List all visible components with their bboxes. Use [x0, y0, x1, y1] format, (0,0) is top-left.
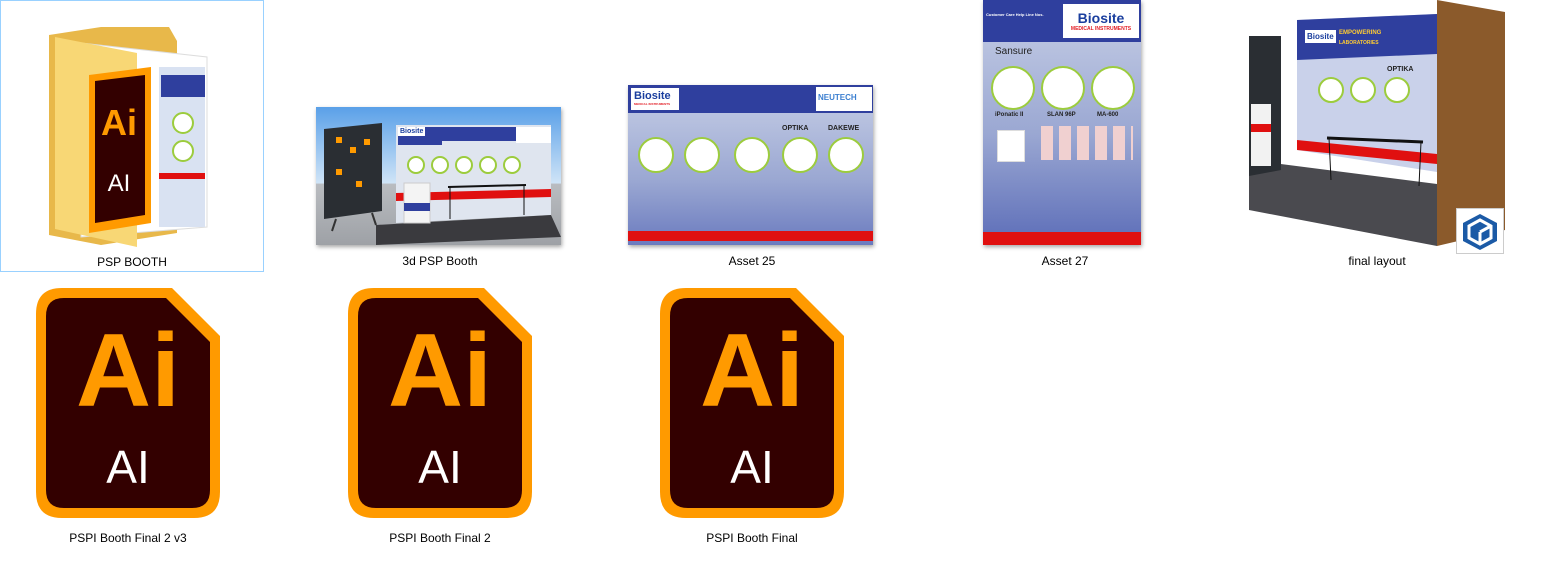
file-item-pspi-booth-final-2-v3[interactable]: Ai AI PSPI Booth Final 2 v3 [0, 280, 256, 552]
model-label: SLAN 96P [1047, 112, 1076, 118]
file-item-pspi-booth-final[interactable]: Ai AI PSPI Booth Final [624, 280, 880, 552]
ai-glyph: Ai [388, 313, 492, 429]
folder-icon: Ai AI [41, 23, 221, 248]
model-label: iPonatic II [995, 112, 1024, 118]
illustrator-file-icon: Ai AI [32, 284, 224, 522]
file-label: 3d PSP Booth [402, 254, 478, 268]
file-item-final-layout[interactable]: Biosite EMPOWERING LABORATORIES OPTIKA f… [1237, 0, 1517, 272]
image-thumbnail: Biosite [316, 107, 561, 245]
svg-text:Ai: Ai [101, 102, 137, 143]
partner-logo: NEUTECH [816, 87, 872, 111]
file-label: PSPI Booth Final 2 v3 [69, 531, 187, 545]
brand-logo: Biosite MEDICAL INSTRUMENTS [1063, 4, 1139, 38]
ai-extension: AI [418, 441, 462, 493]
brand-logo: Biosite [1305, 30, 1336, 43]
headline-text: EMPOWERING [1339, 30, 1382, 36]
illustrator-file-icon: Ai AI [656, 284, 848, 522]
brand-logo: Biosite MEDICAL INSTRUMENTS [631, 88, 679, 110]
file-label: PSPI Booth Final 2 [389, 531, 491, 545]
headline-text: LABORATORIES [1339, 40, 1379, 46]
ai-extension: AI [106, 441, 150, 493]
sketchup-icon [1456, 208, 1504, 254]
image-thumbnail: Biosite MEDICAL INSTRUMENTS NEUTECH OPTI… [628, 85, 873, 245]
ai-extension: AI [730, 441, 774, 493]
file-label: Asset 27 [1041, 254, 1089, 268]
file-item-asset-25[interactable]: Biosite MEDICAL INSTRUMENTS NEUTECH OPTI… [612, 0, 892, 272]
ai-glyph: Ai [76, 313, 180, 429]
file-item-pspi-booth-final-2[interactable]: Ai AI PSPI Booth Final 2 [312, 280, 568, 552]
partner-logo: Sansure [995, 46, 1033, 57]
brand-logo: Biosite [398, 127, 426, 136]
brand-text: OPTIKA [1387, 66, 1414, 73]
file-item-psp-booth[interactable]: Ai AI PSP BOOTH [0, 0, 264, 272]
image-thumbnail: Customer Care Help Line Nos. Biosite MED… [983, 0, 1141, 245]
ai-glyph: Ai [700, 313, 804, 429]
header-text: Customer Care Help Line Nos. [986, 12, 1044, 17]
model-label: MA-600 [1097, 112, 1119, 118]
brand-text: DAKEWE [828, 125, 860, 132]
brand-text: OPTIKA [782, 125, 809, 132]
file-label: final layout [1348, 254, 1406, 268]
file-item-3d-psp-booth[interactable]: Biosite 3d PSP Booth [300, 0, 580, 272]
file-label: PSPI Booth Final [706, 531, 798, 545]
illustrator-file-icon: Ai AI [344, 284, 536, 522]
file-item-asset-27[interactable]: Customer Care Help Line Nos. Biosite MED… [925, 0, 1205, 272]
file-label: Asset 25 [728, 254, 776, 268]
svg-text:AI: AI [108, 170, 131, 197]
file-label: PSP BOOTH [97, 255, 167, 269]
